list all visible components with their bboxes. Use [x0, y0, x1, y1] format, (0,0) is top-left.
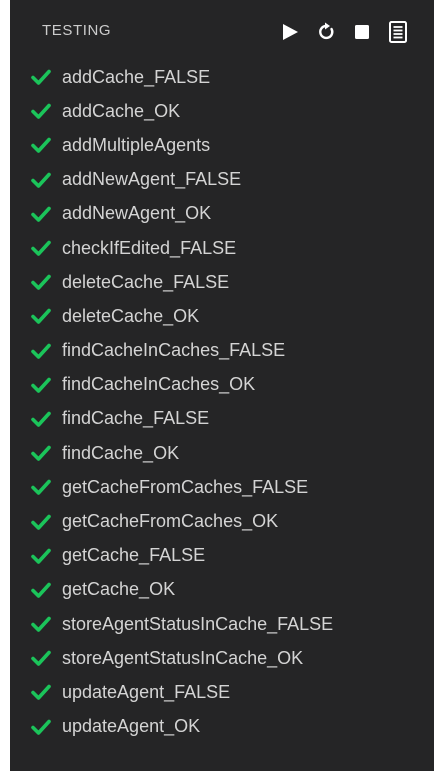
panel-actions	[278, 20, 410, 44]
check-icon	[30, 305, 52, 327]
check-icon	[30, 681, 52, 703]
test-item[interactable]: updateAgent_FALSE	[10, 675, 434, 709]
test-item[interactable]: getCache_FALSE	[10, 539, 434, 573]
test-item[interactable]: deleteCache_FALSE	[10, 265, 434, 299]
check-icon	[30, 340, 52, 362]
check-icon	[30, 716, 52, 738]
run-all-button[interactable]	[278, 20, 302, 44]
panel-header: TESTING	[10, 0, 434, 62]
test-name: addNewAgent_OK	[62, 203, 212, 224]
test-name: addMultipleAgents	[62, 134, 211, 155]
test-name: updateAgent_OK	[62, 716, 201, 737]
check-icon	[30, 442, 52, 464]
panel-title: TESTING	[42, 22, 112, 39]
check-icon	[30, 66, 52, 88]
output-log-icon	[389, 21, 407, 43]
check-icon	[30, 647, 52, 669]
test-item[interactable]: getCacheFromCaches_OK	[10, 504, 434, 538]
check-icon	[30, 613, 52, 635]
test-name: findCache_FALSE	[62, 408, 210, 429]
test-name: findCacheInCaches_FALSE	[62, 340, 286, 361]
test-name: storeAgentStatusInCache_FALSE	[62, 613, 334, 634]
test-item[interactable]: deleteCache_OK	[10, 299, 434, 333]
test-name: findCacheInCaches_OK	[62, 374, 256, 395]
test-item[interactable]: findCacheInCaches_FALSE	[10, 334, 434, 368]
check-icon	[30, 237, 52, 259]
test-item[interactable]: addCache_FALSE	[10, 60, 434, 94]
check-icon	[30, 271, 52, 293]
test-list: addCache_FALSE addCache_OK addMultipleAgen…	[10, 60, 434, 744]
check-icon	[30, 545, 52, 567]
check-icon	[30, 134, 52, 156]
test-name: checkIfEdited_FALSE	[62, 237, 237, 258]
test-item[interactable]: addNewAgent_OK	[10, 197, 434, 231]
test-item[interactable]: storeAgentStatusInCache_OK	[10, 641, 434, 675]
test-item[interactable]: checkIfEdited_FALSE	[10, 231, 434, 265]
stop-icon	[355, 25, 369, 39]
stop-button[interactable]	[350, 20, 374, 44]
check-icon	[30, 579, 52, 601]
test-item[interactable]: storeAgentStatusInCache_FALSE	[10, 607, 434, 641]
test-item[interactable]: addMultipleAgents	[10, 128, 434, 162]
test-item[interactable]: addCache_OK	[10, 94, 434, 128]
test-name: getCache_FALSE	[62, 545, 206, 566]
test-name: storeAgentStatusInCache_OK	[62, 647, 304, 668]
test-item[interactable]: addNewAgent_FALSE	[10, 163, 434, 197]
refresh-icon	[319, 22, 334, 40]
test-name: getCache_OK	[62, 579, 176, 600]
check-icon	[30, 374, 52, 396]
check-icon	[30, 169, 52, 191]
test-name: getCacheFromCaches_OK	[62, 511, 279, 532]
test-item[interactable]: findCache_FALSE	[10, 402, 434, 436]
test-name: addCache_OK	[62, 100, 181, 121]
run-all-icon	[283, 24, 298, 40]
check-icon	[30, 203, 52, 225]
test-name: updateAgent_FALSE	[62, 681, 231, 702]
test-item[interactable]: findCacheInCaches_OK	[10, 368, 434, 402]
check-icon	[30, 408, 52, 430]
test-name: deleteCache_OK	[62, 305, 200, 326]
output-log-button[interactable]	[386, 20, 410, 44]
test-item[interactable]: getCacheFromCaches_FALSE	[10, 470, 434, 504]
check-icon	[30, 511, 52, 533]
check-icon	[30, 100, 52, 122]
test-name: addNewAgent_FALSE	[62, 169, 242, 190]
test-name: deleteCache_FALSE	[62, 271, 230, 292]
test-name: getCacheFromCaches_FALSE	[62, 476, 309, 497]
test-item[interactable]: updateAgent_OK	[10, 710, 434, 744]
check-icon	[30, 476, 52, 498]
test-name: addCache_FALSE	[62, 66, 211, 87]
test-item[interactable]: getCache_OK	[10, 573, 434, 607]
testing-panel: TESTING addCache_FALSE addCache_OK addMu…	[10, 0, 434, 771]
refresh-button[interactable]	[314, 20, 338, 44]
test-name: findCache_OK	[62, 442, 180, 463]
test-item[interactable]: findCache_OK	[10, 436, 434, 470]
